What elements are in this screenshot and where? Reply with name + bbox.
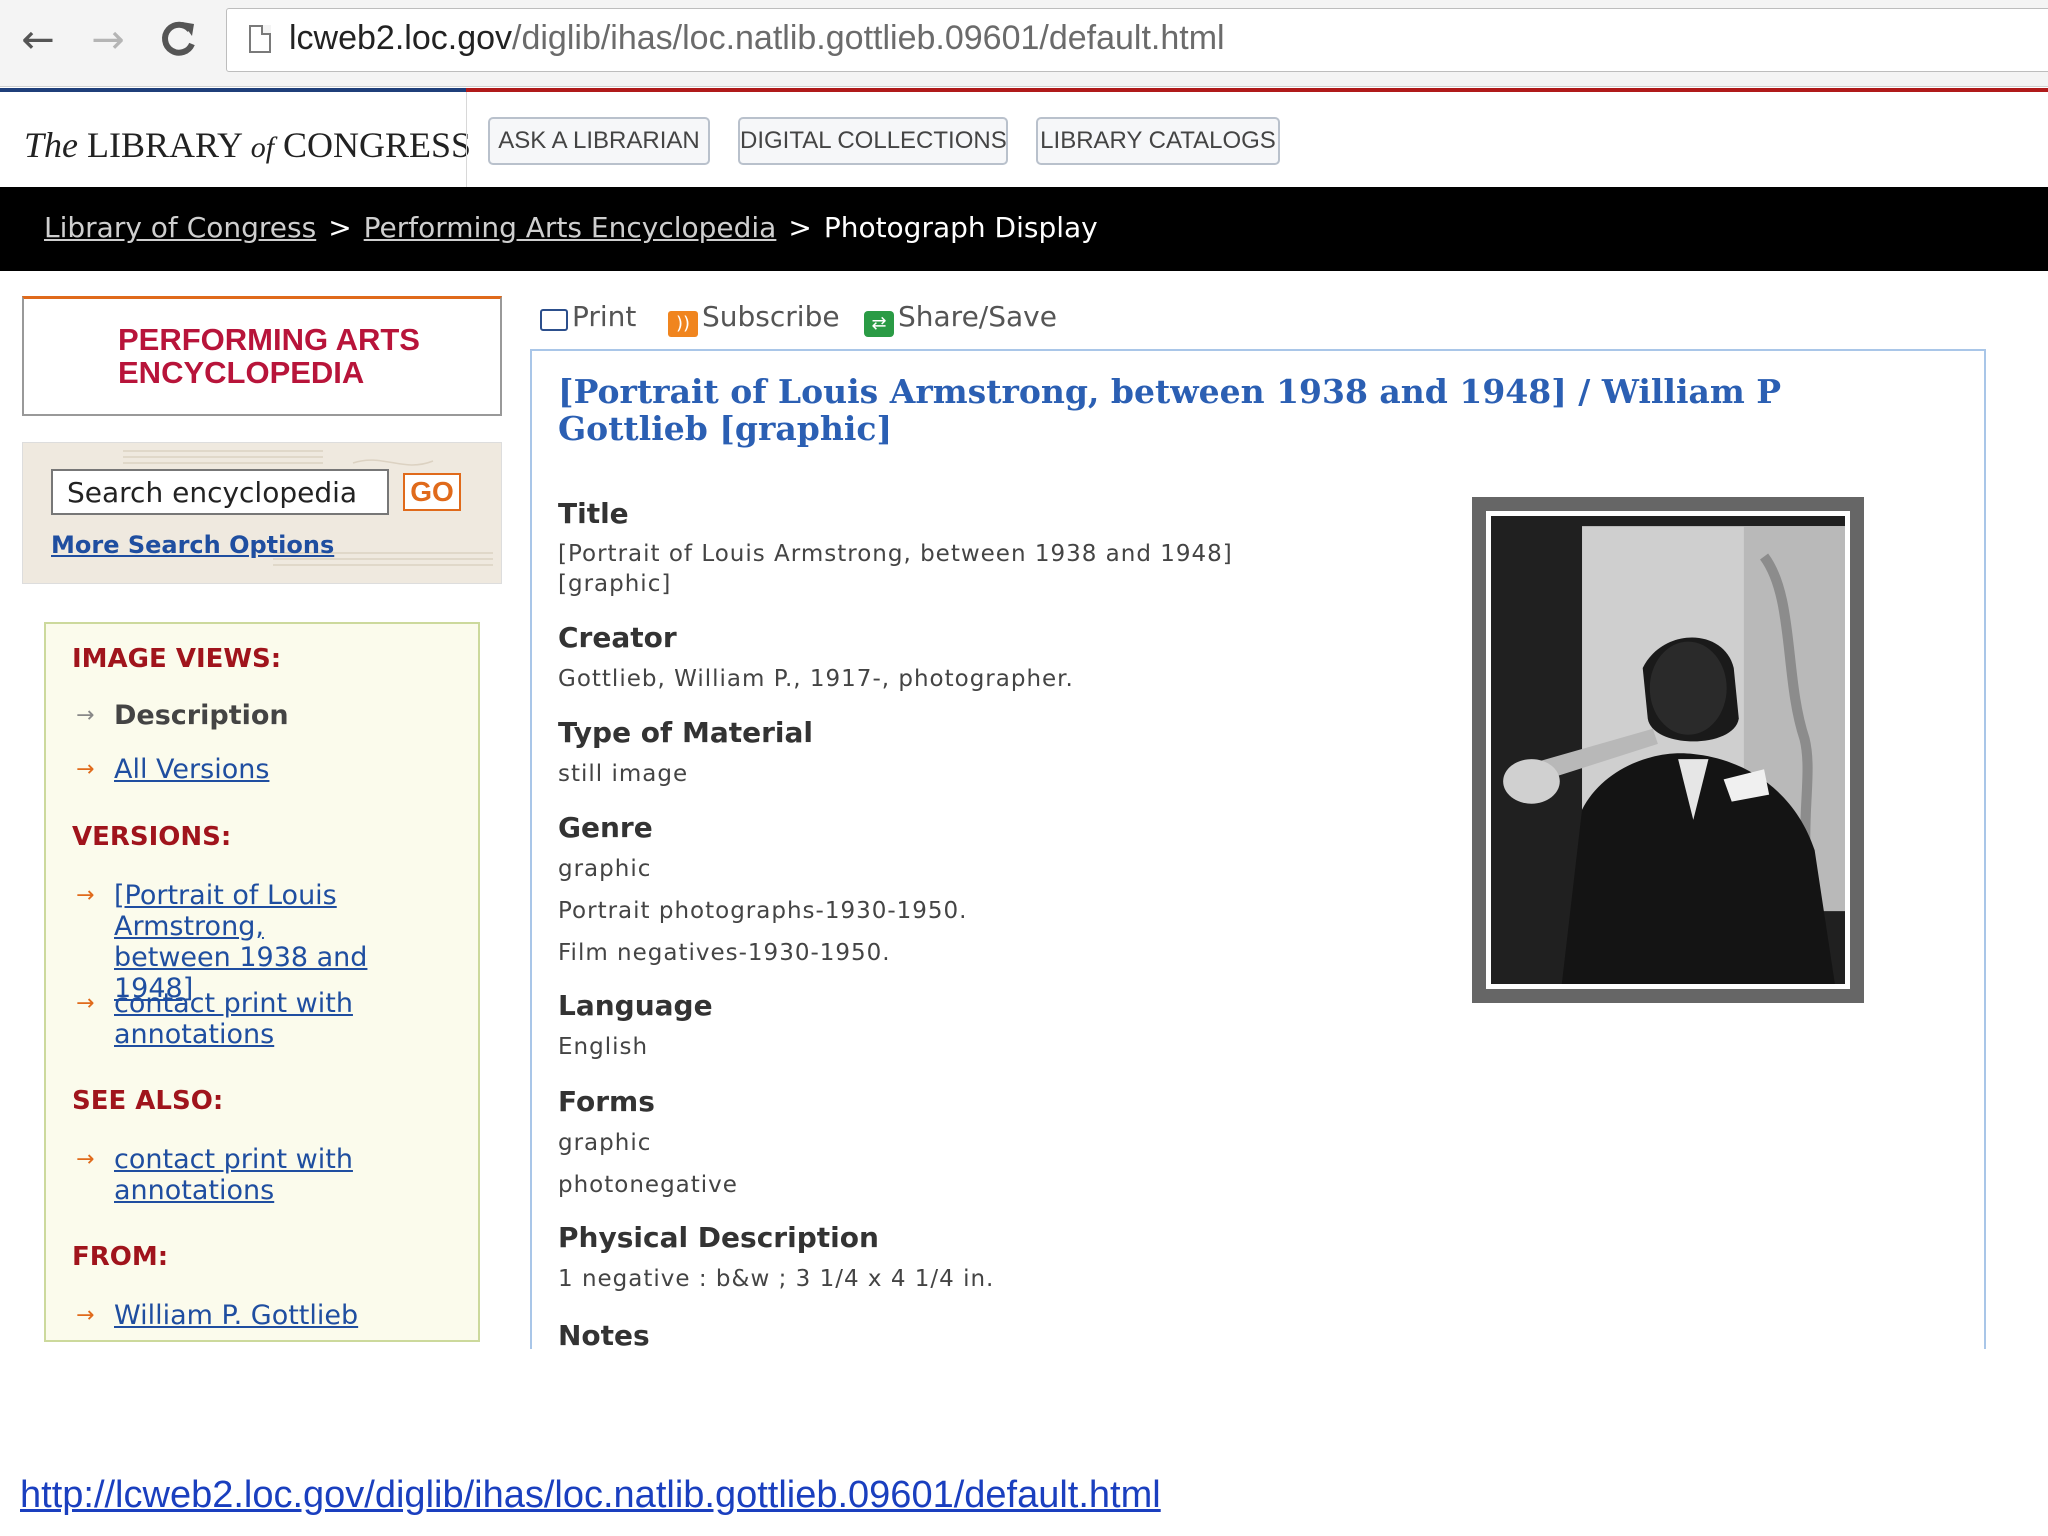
print-tool[interactable]: Print xyxy=(540,300,636,333)
address-bar[interactable]: lcweb2.loc.gov/diglib/ihas/loc.natlib.go… xyxy=(226,8,2048,72)
photo-illustration xyxy=(1491,516,1845,984)
physical-description-value: 1 negative : b&w ; 3 1/4 x 4 1/4 in. xyxy=(558,1266,995,1292)
creator-value: Gottlieb, William P., 1917-, photographe… xyxy=(558,666,1074,692)
forward-arrow-icon[interactable]: → xyxy=(82,14,134,66)
record-panel: [Portrait of Louis Armstrong, between 19… xyxy=(530,349,1986,1349)
genre-value: Film negatives-1930-1950. xyxy=(558,940,891,966)
breadcrumb-performing-arts[interactable]: Performing Arts Encyclopedia xyxy=(364,211,777,244)
versions-heading: VERSIONS: xyxy=(72,822,232,852)
title-label: Title xyxy=(558,497,629,530)
header-divider xyxy=(466,92,467,191)
forms-value: graphic xyxy=(558,1130,652,1156)
page-icon xyxy=(249,25,271,53)
url-host: lcweb2.loc.gov xyxy=(289,19,513,57)
back-arrow-icon[interactable]: ← xyxy=(12,14,64,66)
digital-collections-button[interactable]: DIGITAL COLLECTIONS xyxy=(738,117,1008,165)
reload-icon-graphic xyxy=(162,21,195,56)
encyclopedia-search-panel: GO More Search Options xyxy=(22,442,502,584)
printer-icon xyxy=(540,309,568,331)
rss-icon: )) xyxy=(668,311,698,337)
photo-thumbnail[interactable] xyxy=(1472,497,1864,1003)
reload-icon[interactable] xyxy=(152,14,204,66)
arrow-right-icon: → xyxy=(76,757,95,782)
genre-value: Portrait photographs-1930-1950. xyxy=(558,898,968,924)
version-item-portrait[interactable]: → [Portrait of Louis Armstrong, between … xyxy=(76,880,376,1004)
arrow-right-icon: → xyxy=(76,883,95,908)
pae-title-line2: ENCYCLOPEDIA xyxy=(118,355,365,390)
search-encyclopedia-input[interactable] xyxy=(51,469,389,515)
type-of-material-label: Type of Material xyxy=(558,716,814,749)
image-view-all-versions[interactable]: → All Versions xyxy=(76,754,456,785)
see-also-item[interactable]: → contact print with annotations xyxy=(76,1144,376,1206)
language-value: English xyxy=(558,1034,649,1060)
genre-label: Genre xyxy=(558,811,653,844)
breadcrumb-current: Photograph Display xyxy=(823,211,1098,244)
image-views-heading: IMAGE VIEWS: xyxy=(72,644,282,674)
share-label: Share/Save xyxy=(898,300,1057,333)
library-catalogs-button[interactable]: LIBRARY CATALOGS xyxy=(1036,117,1280,165)
all-versions-link[interactable]: All Versions xyxy=(114,754,456,785)
see-also-contact-print-link[interactable]: contact print with annotations xyxy=(114,1144,376,1206)
pae-title-line1: PERFORMING ARTS xyxy=(118,322,420,357)
url-path: /diglib/ihas/loc.natlib.gottlieb.09601/d… xyxy=(512,19,1225,57)
creator-label: Creator xyxy=(558,621,677,654)
logo-library: LIBRARY xyxy=(87,125,242,165)
print-label: Print xyxy=(572,300,637,333)
arrow-right-icon: → xyxy=(76,991,95,1016)
subscribe-label: Subscribe xyxy=(702,300,840,333)
forms-label: Forms xyxy=(558,1085,655,1118)
performing-arts-encyclopedia-banner[interactable]: PERFORMING ARTS ENCYCLOPEDIA xyxy=(22,296,502,416)
type-of-material-value: still image xyxy=(558,761,689,787)
version-item-contact-print[interactable]: → contact print with annotations xyxy=(76,988,376,1050)
library-of-congress-logo[interactable]: The LIBRARY of CONGRESS xyxy=(24,124,471,166)
version-portrait-link[interactable]: [Portrait of Louis Armstrong, between 19… xyxy=(114,880,376,1004)
from-item[interactable]: → William P. Gottlieb xyxy=(76,1300,456,1331)
photo-mat xyxy=(1486,511,1850,989)
pae-title: PERFORMING ARTS ENCYCLOPEDIA xyxy=(118,323,478,389)
notes-label: Notes xyxy=(558,1319,650,1349)
browser-toolbar: ← → lcweb2.loc.gov/diglib/ihas/loc.natli… xyxy=(0,0,2048,87)
breadcrumb-library-of-congress[interactable]: Library of Congress xyxy=(44,211,316,244)
arrow-right-icon: → xyxy=(76,1303,95,1328)
breadcrumb: Library of Congress > Performing Arts Ency… xyxy=(44,211,1098,244)
genre-value: graphic xyxy=(558,856,652,882)
more-search-options-link[interactable]: More Search Options xyxy=(51,531,334,559)
from-gottlieb-link[interactable]: William P. Gottlieb xyxy=(114,1300,456,1331)
image-view-description: → Description xyxy=(76,700,456,731)
share-icon: ⇄ xyxy=(864,311,894,337)
logo-the: The xyxy=(24,125,78,165)
image-views-panel: IMAGE VIEWS: → Description → All Version… xyxy=(44,622,480,1342)
source-url-link[interactable]: http://lcweb2.loc.gov/diglib/ihas/loc.na… xyxy=(20,1474,1161,1517)
version-contact-print-link[interactable]: contact print with annotations xyxy=(114,988,376,1050)
ask-a-librarian-button[interactable]: ASK A LIBRARIAN xyxy=(488,117,710,165)
breadcrumb-bar: Library of Congress > Performing Arts Ency… xyxy=(0,187,2048,271)
arrow-right-icon: → xyxy=(76,703,95,728)
go-button[interactable]: GO xyxy=(403,473,461,511)
record-title: [Portrait of Louis Armstrong, between 19… xyxy=(558,372,1782,448)
louis-armstrong-photo xyxy=(1491,516,1845,984)
breadcrumb-separator: > xyxy=(328,211,352,244)
logo-congress: CONGRESS xyxy=(283,125,472,165)
image-view-description-label: Description xyxy=(114,700,289,731)
title-value: [Portrait of Louis Armstrong, between 19… xyxy=(558,541,1233,597)
address-url[interactable]: lcweb2.loc.gov/diglib/ihas/loc.natlib.go… xyxy=(289,19,1225,58)
forms-value: photonegative xyxy=(558,1172,738,1198)
physical-description-label: Physical Description xyxy=(558,1221,879,1254)
language-label: Language xyxy=(558,989,713,1022)
site-header: The LIBRARY of CONGRESS ASK A LIBRARIAN … xyxy=(0,88,2048,191)
arrow-right-icon: → xyxy=(76,1147,95,1172)
breadcrumb-separator: > xyxy=(788,211,812,244)
from-heading: FROM: xyxy=(72,1242,169,1272)
logo-of: of xyxy=(250,131,275,164)
see-also-heading: SEE ALSO: xyxy=(72,1086,224,1116)
share-save-tool[interactable]: ⇄ Share/Save xyxy=(864,300,1057,337)
subscribe-tool[interactable]: )) Subscribe xyxy=(668,300,840,337)
